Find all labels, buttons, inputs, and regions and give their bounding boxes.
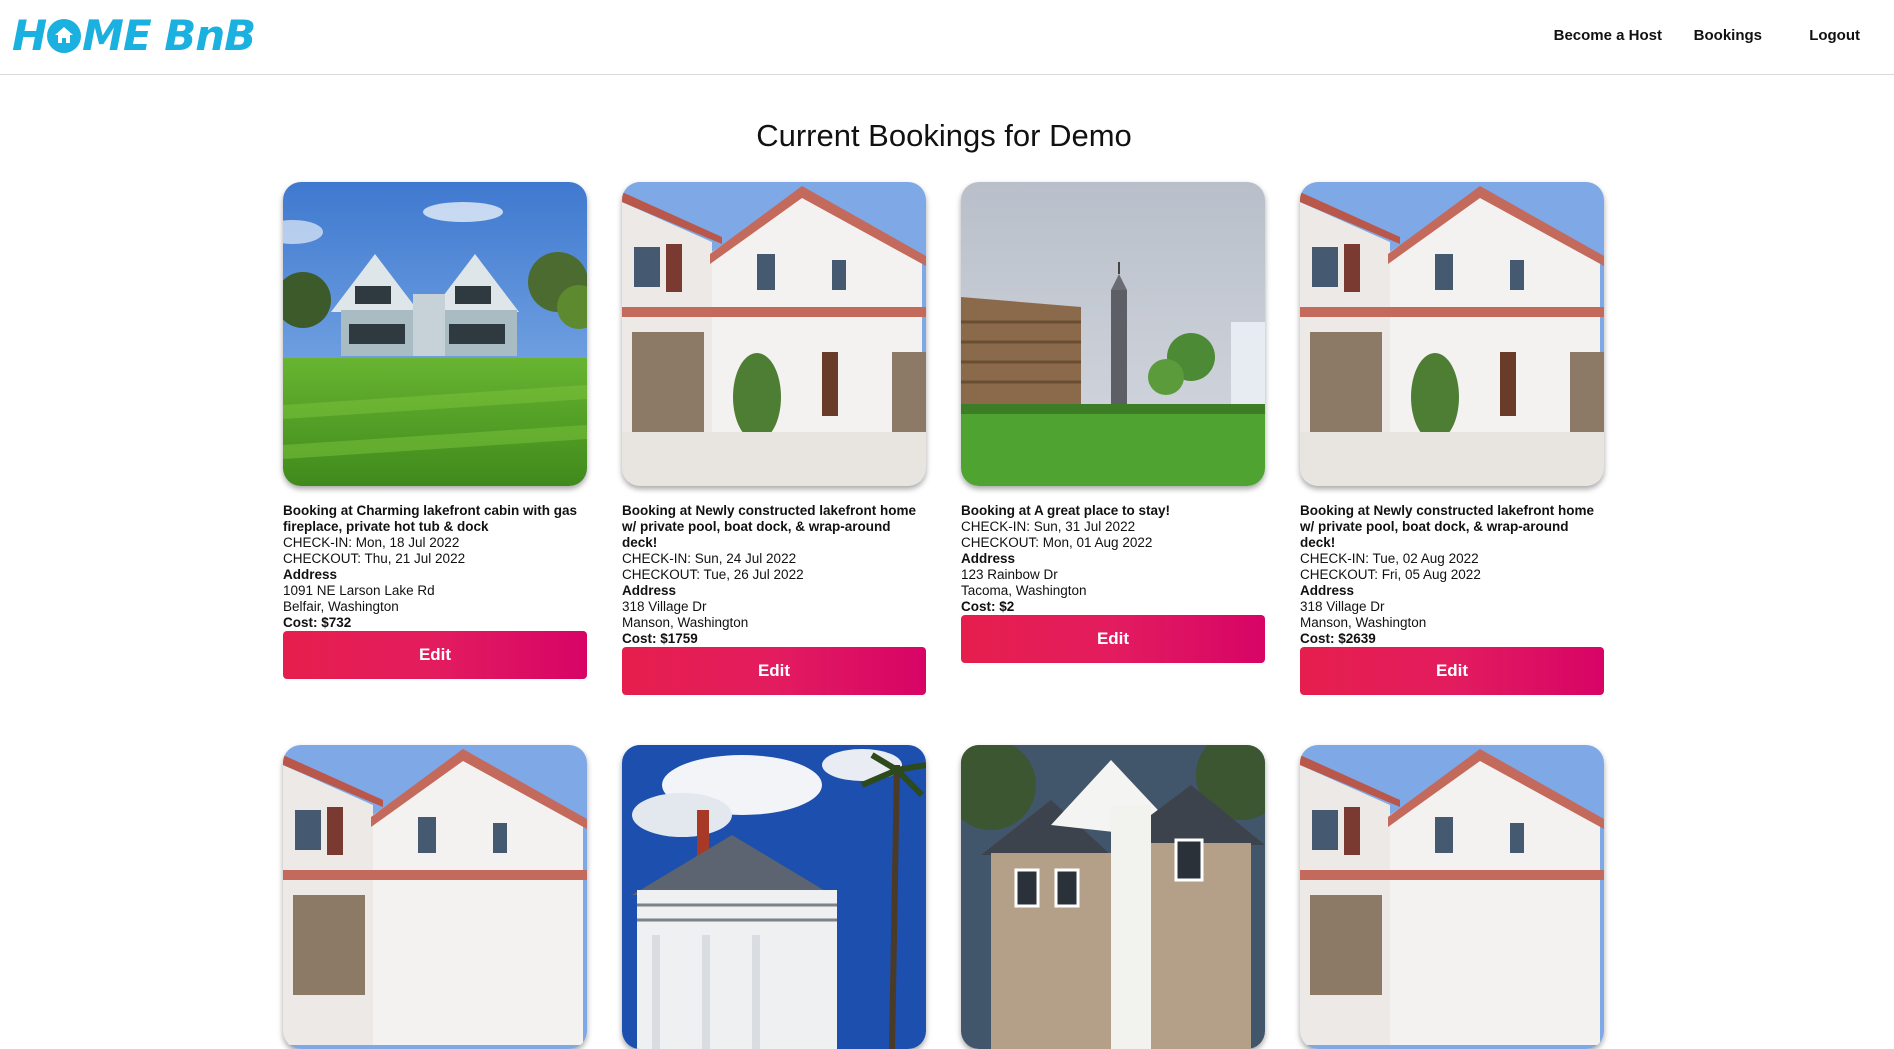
- logo-text-rest: ME BnB: [82, 10, 256, 60]
- page-title: Current Bookings for Demo: [756, 118, 1132, 153]
- booking-card: Booking at A great place to stay! CHECK-…: [961, 182, 1265, 695]
- booking-card: Booking at Newly constructed lakefront h…: [622, 182, 926, 695]
- booking-photo[interactable]: [283, 182, 587, 486]
- booking-photo[interactable]: [283, 745, 587, 1049]
- booking-card: Booking at Charming lakefront cabin with…: [283, 182, 587, 695]
- address-city: Manson, Washington: [622, 615, 749, 630]
- booking-title: Booking at Newly constructed lakefront h…: [622, 503, 917, 550]
- edit-button[interactable]: Edit: [961, 615, 1265, 663]
- address-street: 1091 NE Larson Lake Rd: [283, 583, 435, 598]
- booking-info: Booking at Newly constructed lakefront h…: [622, 503, 926, 647]
- address-street: 318 Village Dr: [1300, 599, 1385, 614]
- booking-info: Booking at A great place to stay! CHECK-…: [961, 503, 1265, 615]
- address-city: Tacoma, Washington: [961, 583, 1087, 598]
- address-street: 123 Rainbow Dr: [961, 567, 1058, 582]
- checkout-date: CHECKOUT: Mon, 01 Aug 2022: [961, 535, 1153, 550]
- address-city: Manson, Washington: [1300, 615, 1427, 630]
- address-label: Address: [961, 551, 1016, 566]
- booking-photo[interactable]: [622, 182, 926, 486]
- checkin-date: CHECK-IN: Sun, 31 Jul 2022: [961, 519, 1136, 534]
- booking-card: [283, 745, 587, 1049]
- booking-photo[interactable]: [961, 182, 1265, 486]
- bookings-link[interactable]: Bookings: [1694, 27, 1762, 44]
- become-host-link[interactable]: Become a Host: [1554, 27, 1662, 44]
- bookings-grid: Booking at Charming lakefront cabin with…: [283, 182, 1605, 1049]
- booking-photo[interactable]: [961, 745, 1265, 1049]
- booking-cost: Cost: $732: [283, 615, 352, 630]
- logout-link[interactable]: Logout: [1809, 27, 1860, 44]
- checkout-date: CHECKOUT: Thu, 21 Jul 2022: [283, 551, 466, 566]
- address-label: Address: [283, 567, 338, 582]
- edit-button[interactable]: Edit: [622, 647, 926, 695]
- booking-info: Booking at Newly constructed lakefront h…: [1300, 503, 1604, 647]
- home-bnb-logo[interactable]: H ME BnB: [12, 10, 256, 60]
- booking-cost: Cost: $2639: [1300, 631, 1376, 646]
- booking-card: Booking at Newly constructed lakefront h…: [1300, 182, 1604, 695]
- address-street: 318 Village Dr: [622, 599, 707, 614]
- address-label: Address: [1300, 583, 1355, 598]
- booking-cost: Cost: $1759: [622, 631, 698, 646]
- booking-photo[interactable]: [622, 745, 926, 1049]
- booking-title: Booking at A great place to stay!: [961, 503, 1171, 518]
- booking-title: Booking at Newly constructed lakefront h…: [1300, 503, 1595, 550]
- checkin-date: CHECK-IN: Tue, 02 Aug 2022: [1300, 551, 1479, 566]
- navbar: H ME BnB Become a Host Bookings Logout: [0, 0, 1894, 75]
- edit-button[interactable]: Edit: [283, 631, 587, 679]
- booking-card: [622, 745, 926, 1049]
- booking-card: [961, 745, 1265, 1049]
- booking-cost: Cost: $2: [961, 599, 1015, 614]
- checkout-date: CHECKOUT: Fri, 05 Aug 2022: [1300, 567, 1481, 582]
- logo-text-h: H: [12, 10, 47, 60]
- checkin-date: CHECK-IN: Mon, 18 Jul 2022: [283, 535, 460, 550]
- edit-button[interactable]: Edit: [1300, 647, 1604, 695]
- booking-info: Booking at Charming lakefront cabin with…: [283, 503, 587, 631]
- checkin-date: CHECK-IN: Sun, 24 Jul 2022: [622, 551, 797, 566]
- booking-photo[interactable]: [1300, 182, 1604, 486]
- booking-card: [1300, 745, 1604, 1049]
- address-city: Belfair, Washington: [283, 599, 399, 614]
- address-label: Address: [622, 583, 677, 598]
- house-icon: [47, 19, 82, 53]
- booking-title: Booking at Charming lakefront cabin with…: [283, 503, 578, 534]
- booking-photo[interactable]: [1300, 745, 1604, 1049]
- checkout-date: CHECKOUT: Tue, 26 Jul 2022: [622, 567, 804, 582]
